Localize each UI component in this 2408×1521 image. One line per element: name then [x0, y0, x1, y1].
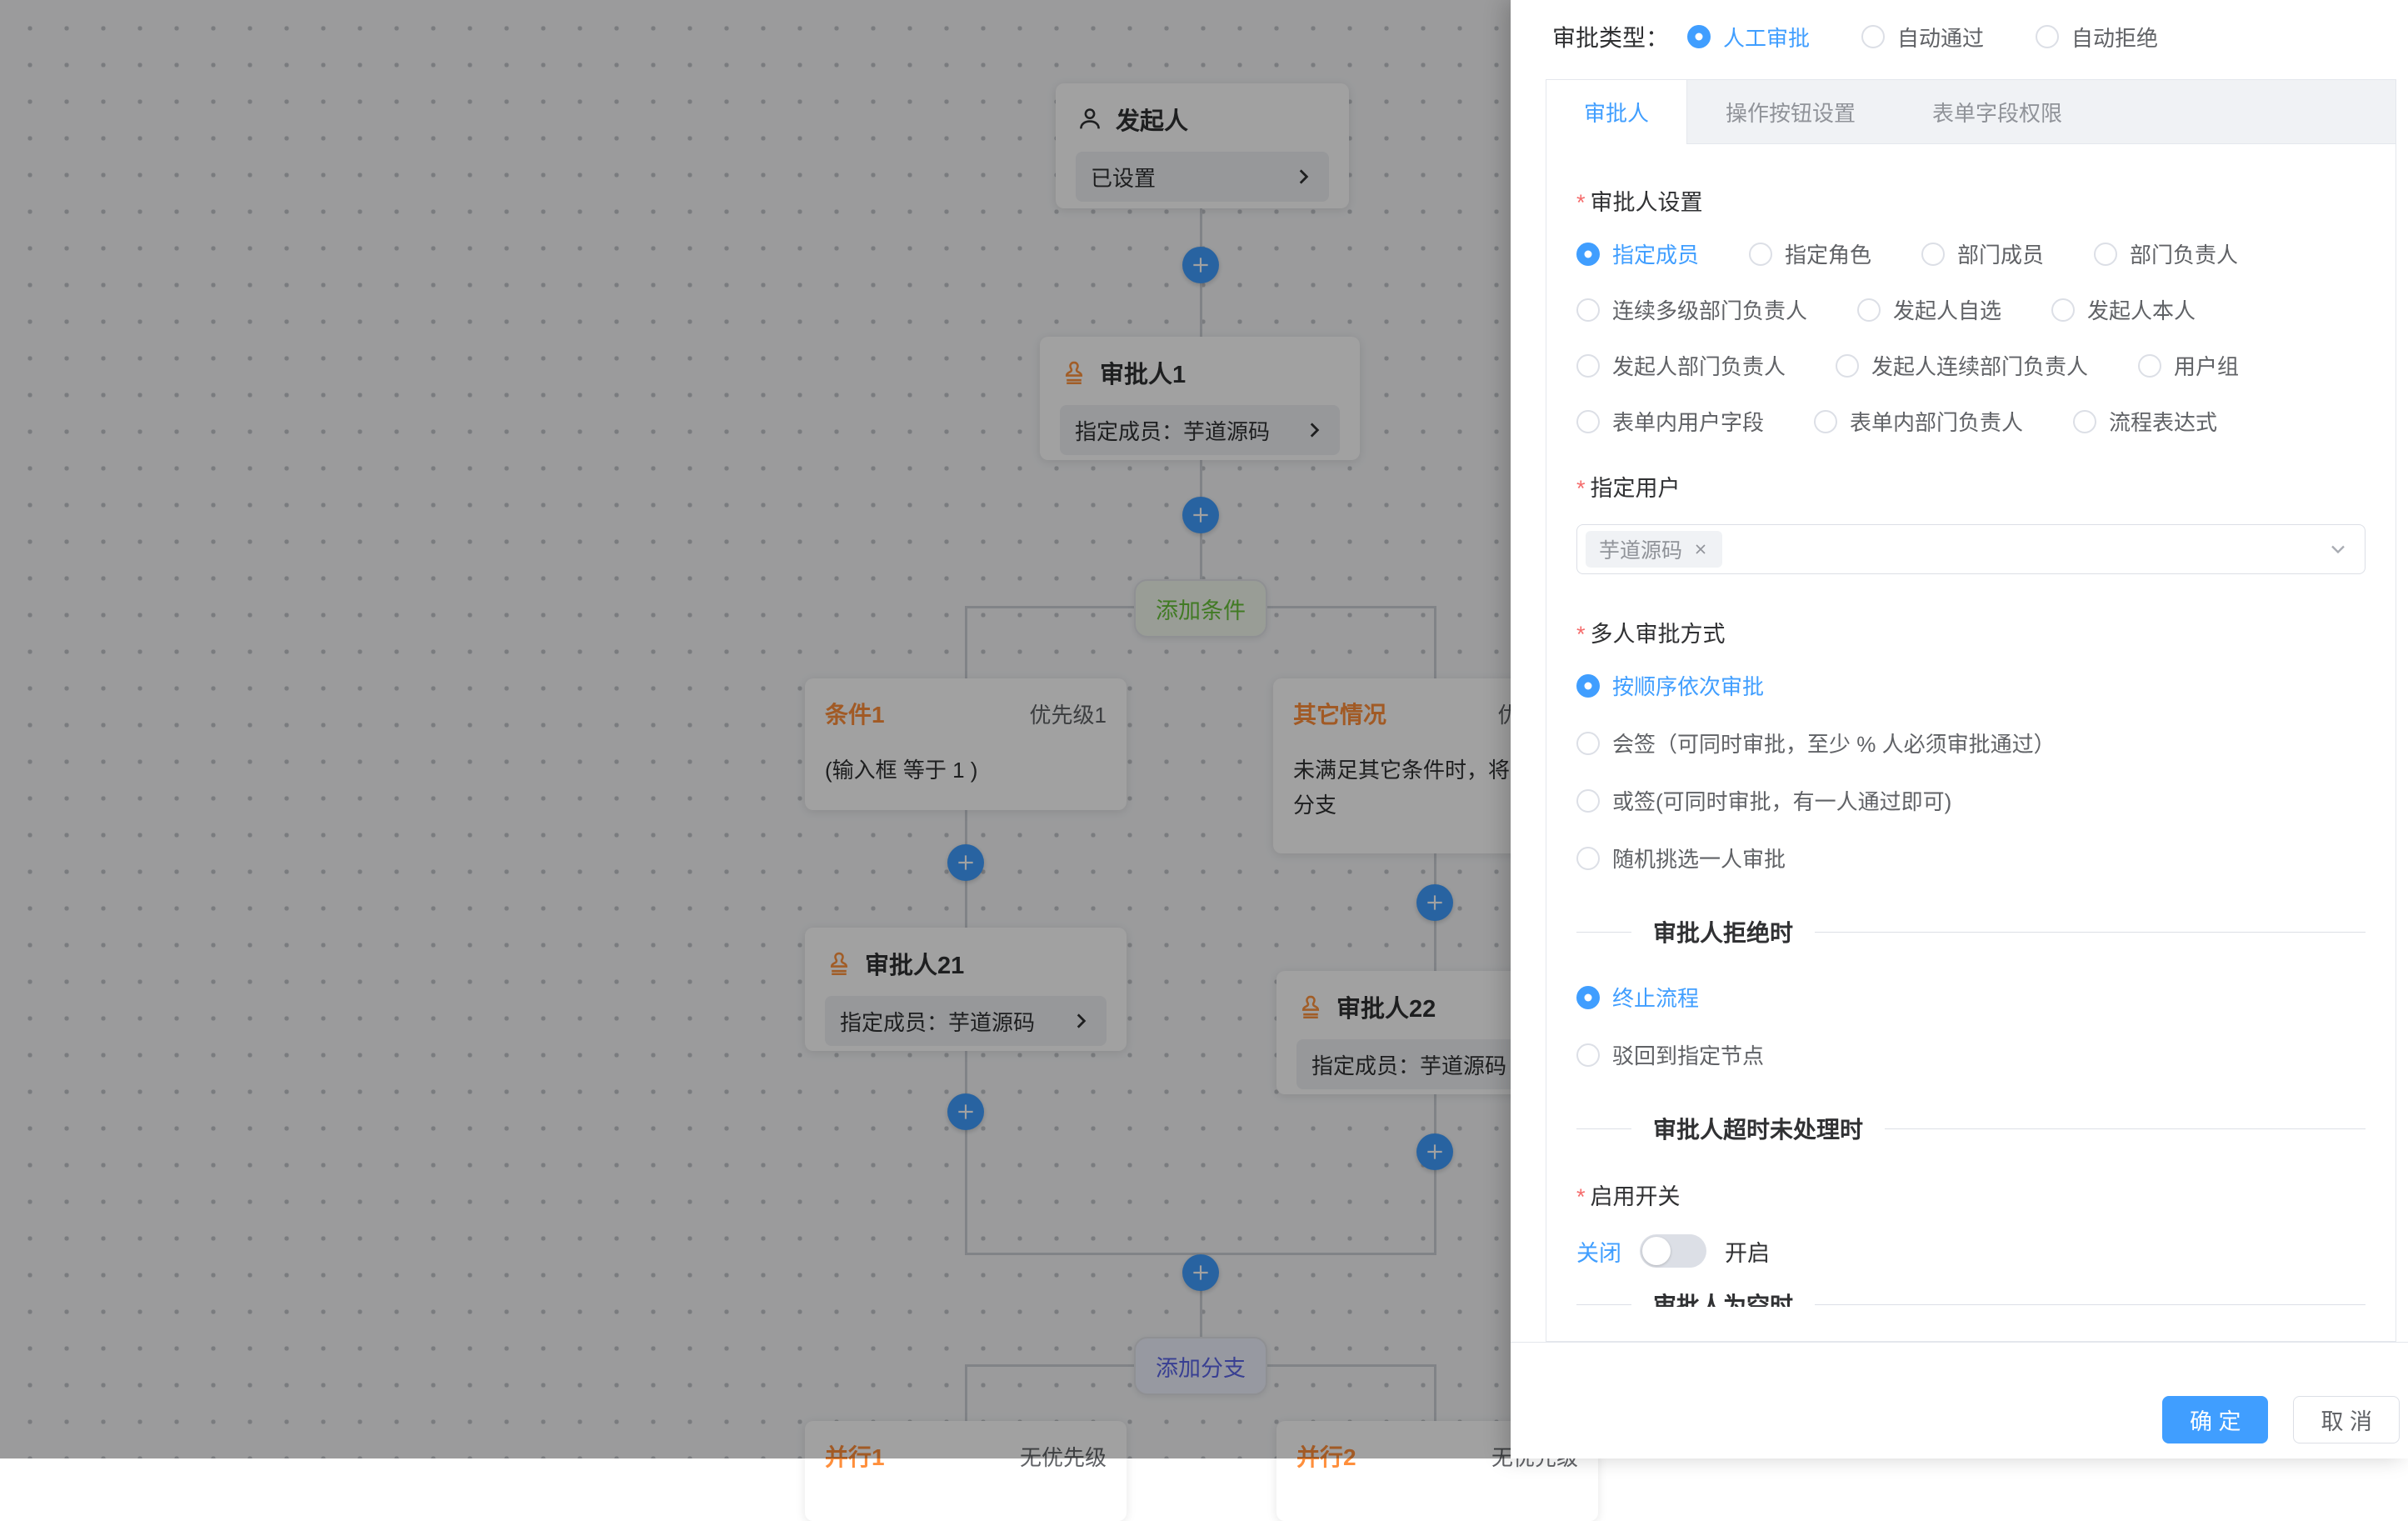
approver-option-row: 表单内用户字段 表单内部门负责人 流程表达式	[1576, 406, 2366, 437]
radio-icon	[1576, 986, 1600, 1009]
modal-mask	[0, 0, 1511, 1458]
approval-type-label: 审批类型：	[1552, 20, 1669, 53]
radio-auto-approve[interactable]: 自动通过	[1861, 22, 1984, 53]
radio-icon	[1749, 243, 1772, 266]
approver-setting-label: *审批人设置	[1576, 184, 2366, 217]
radio-countersign[interactable]: 会签（可同时审批，至少 % 人必须审批通过）	[1576, 728, 2366, 758]
empty-section-divider: 审批人为空时	[1576, 1288, 2366, 1307]
radio-icon	[1576, 354, 1600, 378]
radio-initiator-dept-leader[interactable]: 发起人部门负责人	[1576, 350, 1786, 381]
radio-multi-level-dept-leader[interactable]: 连续多级部门负责人	[1576, 294, 1807, 325]
radio-terminate-process[interactable]: 终止流程	[1576, 982, 2366, 1013]
timeout-switch-row: 关闭 开启	[1576, 1234, 2366, 1268]
approver-option-row: 连续多级部门负责人 发起人自选 发起人本人	[1576, 294, 2366, 325]
radio-designated-role[interactable]: 指定角色	[1749, 238, 1871, 269]
reject-section-divider: 审批人拒绝时	[1576, 915, 2366, 948]
radio-initiator-multi-dept-leader[interactable]: 发起人连续部门负责人	[1836, 350, 2088, 381]
radio-icon	[1576, 298, 1600, 322]
switch-on-label: 开启	[1725, 1235, 1770, 1268]
radio-return-to-node[interactable]: 驳回到指定节点	[1576, 1039, 2366, 1070]
radio-designated-member[interactable]: 指定成员	[1576, 238, 1699, 269]
tab-form-field-permissions[interactable]: 表单字段权限	[1894, 80, 2101, 143]
radio-icon	[1861, 25, 1885, 48]
user-tag-label: 芋道源码	[1599, 534, 1682, 564]
radio-icon	[1576, 410, 1600, 433]
radio-icon	[1836, 354, 1859, 378]
approval-settings-panel: 审批类型： 人工审批 自动通过 自动拒绝 审批人 操作按钮设置 表单字段权限 *…	[1511, 0, 2408, 1458]
radio-or-sign[interactable]: 或签(可同时审批，有一人通过即可)	[1576, 785, 2366, 816]
radio-auto-reject[interactable]: 自动拒绝	[2036, 22, 2158, 53]
multi-mode-label: *多人审批方式	[1576, 616, 2366, 648]
radio-icon	[1814, 410, 1837, 433]
chevron-down-icon	[2326, 538, 2350, 561]
panel-footer: 确 定 取 消	[1511, 1342, 2408, 1458]
radio-icon	[1687, 25, 1711, 48]
tab-approver[interactable]: 审批人	[1546, 80, 1687, 144]
radio-initiator-choose[interactable]: 发起人自选	[1857, 294, 2001, 325]
timeout-section-divider: 审批人超时未处理时	[1576, 1112, 2366, 1145]
approver-option-row: 指定成员 指定角色 部门成员 部门负责人	[1576, 238, 2366, 269]
settings-tabs-card: 审批人 操作按钮设置 表单字段权限 *审批人设置 指定成员 指定角色 部门成员 …	[1546, 79, 2396, 1342]
radio-icon	[1576, 847, 1600, 870]
empty-section-title: 审批人为空时	[1653, 1288, 1793, 1307]
cancel-button[interactable]: 取 消	[2293, 1396, 2400, 1443]
radio-icon	[2094, 243, 2117, 266]
radio-icon	[1576, 789, 1600, 813]
radio-process-expression[interactable]: 流程表达式	[2073, 406, 2217, 437]
radio-icon	[2138, 354, 2161, 378]
reject-section-title: 审批人拒绝时	[1653, 915, 1793, 948]
radio-icon	[1576, 732, 1600, 755]
approval-type-row: 审批类型： 人工审批 自动通过 自动拒绝	[1552, 13, 2210, 60]
toggle-knob	[1642, 1237, 1671, 1265]
approver-option-row: 发起人部门负责人 发起人连续部门负责人 用户组	[1576, 350, 2366, 381]
assign-user-select[interactable]: 芋道源码	[1576, 524, 2366, 574]
radio-dept-leader[interactable]: 部门负责人	[2094, 238, 2238, 269]
confirm-button[interactable]: 确 定	[2162, 1396, 2269, 1443]
radio-form-user-field[interactable]: 表单内用户字段	[1576, 406, 1764, 437]
radio-sequential-approval[interactable]: 按顺序依次审批	[1576, 670, 2366, 701]
radio-icon	[1857, 298, 1881, 322]
multi-mode-options: 按顺序依次审批 会签（可同时审批，至少 % 人必须审批通过） 或签(可同时审批，…	[1576, 670, 2366, 873]
radio-initiator-self[interactable]: 发起人本人	[2051, 294, 2196, 325]
timeout-section-title: 审批人超时未处理时	[1653, 1112, 1863, 1145]
radio-icon	[1576, 674, 1600, 698]
tab-bar: 审批人 操作按钮设置 表单字段权限	[1546, 80, 2396, 144]
radio-icon	[1576, 1043, 1600, 1067]
tag-close-icon[interactable]	[1692, 541, 1709, 558]
radio-icon	[2036, 25, 2059, 48]
radio-dept-member[interactable]: 部门成员	[1921, 238, 2044, 269]
reject-options: 终止流程 驳回到指定节点	[1576, 982, 2366, 1070]
radio-form-dept-leader[interactable]: 表单内部门负责人	[1814, 406, 2023, 437]
tab-content[interactable]: *审批人设置 指定成员 指定角色 部门成员 部门负责人 连续多级部门负责人 发起…	[1546, 144, 2396, 1307]
radio-random-one[interactable]: 随机挑选一人审批	[1576, 843, 2366, 873]
tab-action-buttons[interactable]: 操作按钮设置	[1687, 80, 1894, 143]
enable-switch-label: *启用开关	[1576, 1178, 2366, 1211]
switch-off-label: 关闭	[1576, 1235, 1621, 1268]
radio-user-group[interactable]: 用户组	[2138, 350, 2239, 381]
radio-manual-approval[interactable]: 人工审批	[1687, 22, 1810, 53]
radio-icon	[1576, 243, 1600, 266]
assign-user-label: *指定用户	[1576, 470, 2366, 503]
timeout-toggle[interactable]	[1640, 1234, 1706, 1268]
radio-icon	[1921, 243, 1945, 266]
radio-icon	[2051, 298, 2075, 322]
user-tag[interactable]: 芋道源码	[1586, 531, 1722, 568]
radio-icon	[2073, 410, 2096, 433]
